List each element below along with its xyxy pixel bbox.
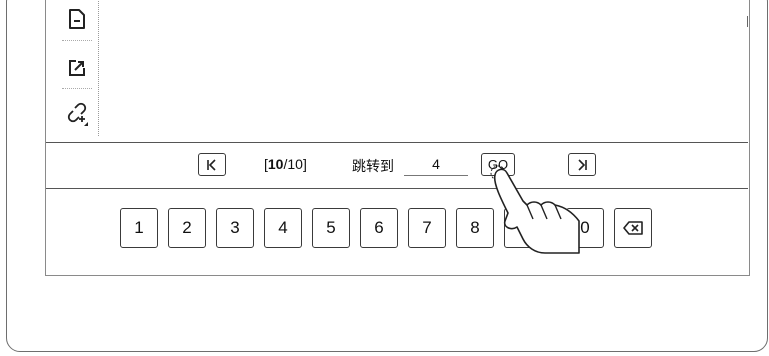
first-page-button[interactable] (198, 153, 226, 176)
page-navigation-bar: [10/10] 跳转到 4 GO (46, 142, 748, 189)
toolbar-divider (62, 40, 92, 41)
key-4[interactable]: 4 (264, 208, 302, 248)
jump-label: 跳转到 (352, 158, 394, 174)
key-5[interactable]: 5 (312, 208, 350, 248)
document-minus-icon (69, 9, 85, 29)
document-minus-button[interactable] (58, 1, 96, 37)
last-page-icon (578, 158, 587, 171)
link-add-icon (67, 102, 88, 126)
total-pages: 10 (287, 156, 303, 172)
go-button[interactable]: GO (481, 153, 515, 176)
backspace-key[interactable] (614, 208, 652, 248)
backspace-icon (623, 221, 643, 235)
first-page-icon (207, 158, 216, 171)
key-9[interactable]: 9 (504, 208, 542, 248)
key-8[interactable]: 8 (456, 208, 494, 248)
toolbar-divider (62, 88, 92, 89)
bracket-close: ] (302, 156, 307, 172)
device-frame: [10/10] 跳转到 4 GO 1 2 3 4 5 6 7 8 9 0 (6, 0, 768, 352)
current-page: 10 (267, 156, 284, 172)
edge-mark (747, 16, 748, 27)
jump-page-input[interactable]: 4 (404, 153, 468, 176)
key-2[interactable]: 2 (168, 208, 206, 248)
export-icon (69, 60, 85, 76)
key-1[interactable]: 1 (120, 208, 158, 248)
key-6[interactable]: 6 (360, 208, 398, 248)
key-0[interactable]: 0 (566, 208, 604, 248)
reader-screen: [10/10] 跳转到 4 GO 1 2 3 4 5 6 7 8 9 0 (45, 0, 750, 276)
page-indicator: [10/10] (264, 156, 307, 172)
numeric-keypad: 1 2 3 4 5 6 7 8 9 0 (46, 187, 748, 275)
export-button[interactable] (58, 49, 96, 85)
key-7[interactable]: 7 (408, 208, 446, 248)
key-3[interactable]: 3 (216, 208, 254, 248)
side-toolbar (58, 0, 99, 136)
last-page-button[interactable] (568, 153, 596, 176)
link-add-button[interactable] (58, 96, 96, 132)
